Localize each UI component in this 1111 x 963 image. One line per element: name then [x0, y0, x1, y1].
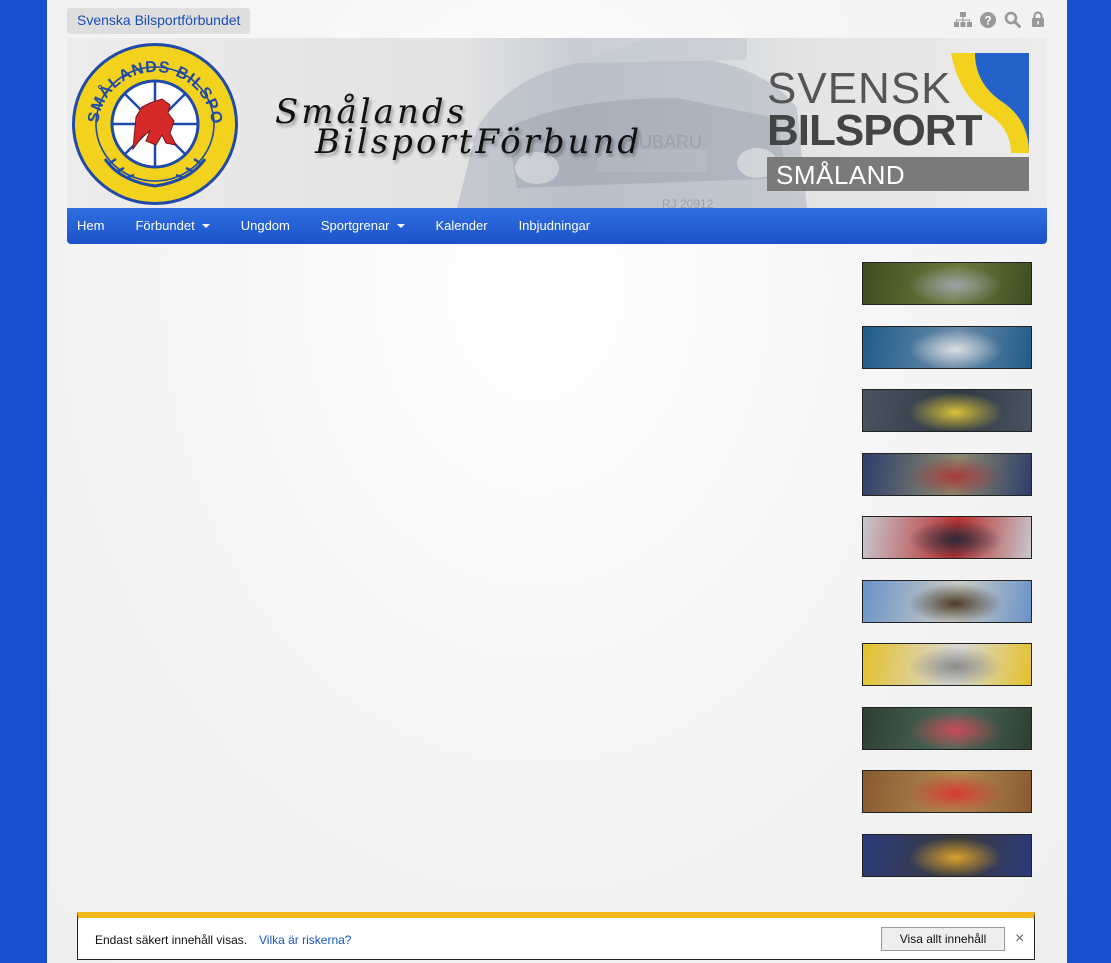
nav-item-forbundet[interactable]: Förbundet [125, 208, 219, 244]
caret-down-icon [201, 224, 210, 228]
nav-label: Sportgrenar [320, 218, 390, 233]
brand-region-box: SMÅLAND [767, 157, 1029, 191]
page-container: Svenska Bilsportförbundet ? SUBARU RJ 20… [47, 0, 1067, 963]
main-nav: Hem Förbundet Ungdom Sportgrenar Kalende… [67, 208, 1047, 244]
sport-thumbnails [862, 262, 1032, 897]
federation-tab[interactable]: Svenska Bilsportförbundet [67, 8, 251, 34]
nav-label: Kalender [435, 218, 488, 233]
rally-classic-thumb[interactable] [862, 262, 1032, 305]
karting-thumb[interactable] [862, 516, 1032, 559]
brand-line1: SVENSK [767, 64, 952, 113]
drift-race-thumb[interactable] [862, 389, 1032, 432]
nav-item-sportgrenar[interactable]: Sportgrenar [311, 208, 415, 244]
nav-label: Förbundet [135, 218, 195, 233]
monster-truck-thumb[interactable] [862, 579, 1032, 623]
racing-yellow-thumb[interactable] [862, 643, 1032, 686]
brand-line3: SMÅLAND [776, 160, 906, 190]
nav-label: Hem [77, 218, 105, 233]
notice-message: Endast säkert innehåll visas. [95, 933, 248, 947]
close-icon[interactable]: × [1015, 931, 1024, 947]
notice-risks-link[interactable]: Vilka är riskerna? [259, 933, 351, 947]
search-icon[interactable] [1003, 10, 1022, 29]
folkrace-thumb[interactable] [862, 452, 1032, 496]
show-all-content-button[interactable]: Visa allt innehåll [881, 927, 1005, 951]
svg-text:RJ 20912: RJ 20912 [662, 197, 714, 208]
nav-item-kalender[interactable]: Kalender [426, 208, 498, 244]
drift-blue-thumb[interactable] [862, 325, 1032, 369]
utility-icons: ? [953, 10, 1047, 29]
security-notice-bar: Endast säkert innehåll visas. Vilka är r… [77, 912, 1035, 960]
racing-grass-thumb[interactable] [862, 706, 1032, 750]
brand-line2: BILSPORT [767, 106, 982, 155]
caret-down-icon [396, 224, 405, 228]
nav-label: Ungdom [240, 218, 290, 233]
svensk-bilsport-logo: SVENSK BILSPORT SMÅLAND [767, 53, 1029, 193]
nav-item-hem[interactable]: Hem [67, 208, 114, 244]
sitemap-icon[interactable] [953, 10, 972, 29]
banner-title-line2: BilsportFörbund [315, 122, 643, 162]
lock-icon[interactable] [1028, 10, 1047, 29]
rally-red-thumb[interactable] [862, 770, 1032, 813]
nav-item-ungdom[interactable]: Ungdom [231, 208, 300, 244]
nav-item-inbjudningar[interactable]: Inbjudningar [509, 208, 601, 244]
help-icon[interactable]: ? [978, 10, 997, 29]
header-banner: SUBARU RJ 20912 SMÅLANDS BILSPORTFÖRBUND… [67, 38, 1047, 208]
nav-label: Inbjudningar [518, 218, 591, 233]
federation-emblem: SMÅLANDS BILSPORTFÖRBUND [70, 41, 238, 205]
rallycross-thumb[interactable] [862, 833, 1032, 877]
top-bar: Svenska Bilsportförbundet ? [67, 8, 1047, 34]
svg-text:?: ? [984, 13, 991, 27]
